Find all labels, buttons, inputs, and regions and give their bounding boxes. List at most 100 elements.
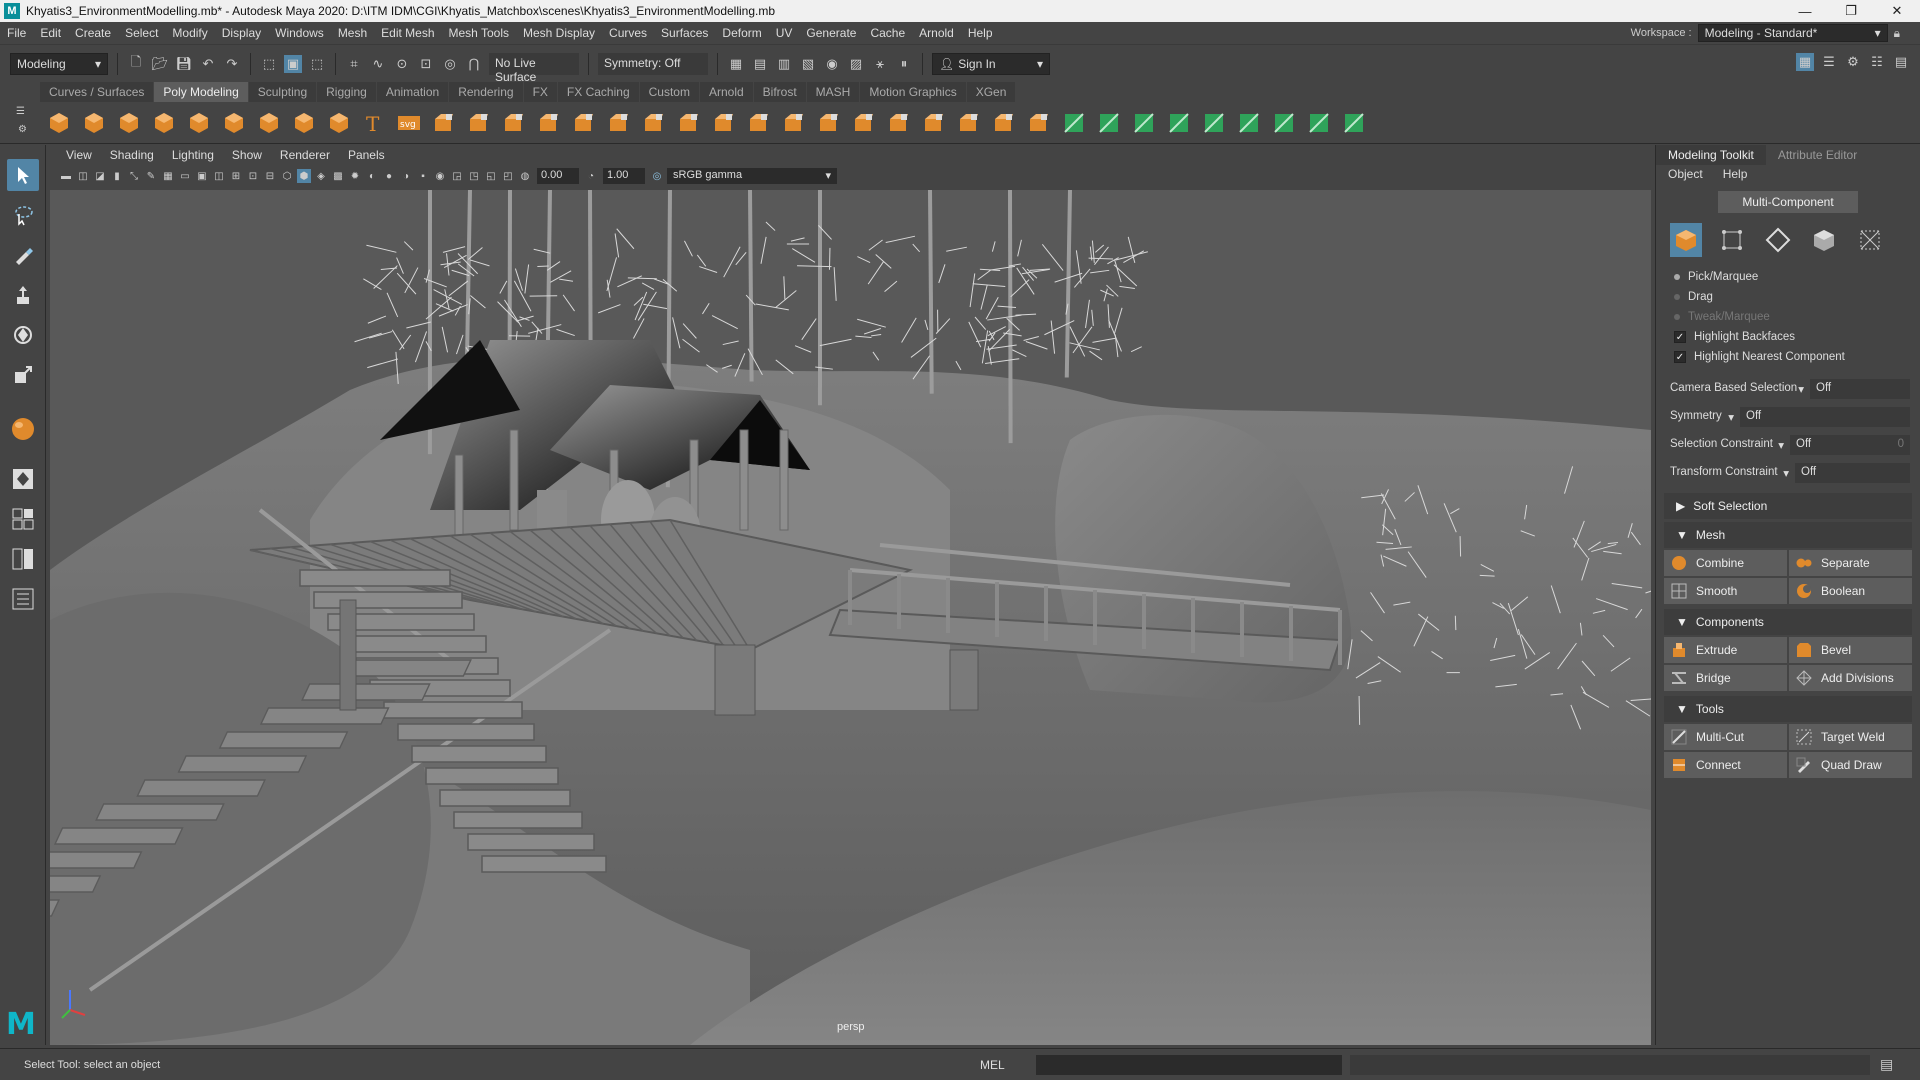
new-scene-icon[interactable]: 🗋︎ <box>127 54 145 73</box>
menu-windows[interactable]: Windows <box>268 26 331 40</box>
highlight-nearest-checkbox[interactable]: ✓ <box>1674 351 1686 363</box>
tool-settings-toggle-icon[interactable]: ⚙︎ <box>1844 53 1862 71</box>
menu-modify[interactable]: Modify <box>165 26 214 40</box>
menu-file[interactable]: File <box>0 26 33 40</box>
menu-surfaces[interactable]: Surfaces <box>654 26 715 40</box>
menu-display[interactable]: Display <box>215 26 268 40</box>
snap-view-icon[interactable]: ⊡ <box>417 55 435 73</box>
soft-selection-header[interactable]: ▶ Soft Selection <box>1664 493 1912 519</box>
torus-icon[interactable] <box>184 108 213 137</box>
drag-option[interactable]: Drag <box>1656 287 1920 307</box>
face-mode-icon[interactable] <box>1808 223 1840 257</box>
layout-icon[interactable] <box>1234 108 1263 137</box>
anti-aliasing-icon[interactable]: ▪ <box>416 169 430 183</box>
sphere-icon[interactable] <box>44 108 73 137</box>
menu-select[interactable]: Select <box>118 26 165 40</box>
workspace-dropdown[interactable]: Modeling - Standard* ▾ <box>1697 24 1888 42</box>
persp-outliner-layout-icon[interactable] <box>7 543 39 575</box>
grid-icon[interactable]: ▦ <box>161 169 175 183</box>
image-plane-icon[interactable]: ▮ <box>110 169 124 183</box>
tools-section-header[interactable]: ▼ Tools <box>1664 696 1912 722</box>
highlight-backfaces-option[interactable]: ✓ Highlight Backfaces <box>1656 327 1920 347</box>
cone-icon[interactable] <box>149 108 178 137</box>
xray-joints-icon[interactable]: ◱ <box>484 169 498 183</box>
retopo-icon[interactable] <box>884 108 913 137</box>
menu-edit-mesh[interactable]: Edit Mesh <box>374 26 441 40</box>
select-hierarchy-icon[interactable]: ⬚ <box>260 55 278 73</box>
menu-generate[interactable]: Generate <box>799 26 863 40</box>
move-tool-icon[interactable] <box>7 279 39 311</box>
last-tool-sphere-icon[interactable] <box>7 413 39 445</box>
script-language-toggle[interactable]: MEL <box>980 1058 1036 1072</box>
script-editor-icon[interactable]: ▤ <box>1880 1056 1893 1073</box>
film-gate-icon[interactable]: ▭ <box>178 169 192 183</box>
3d-viewport[interactable]: persp <box>50 190 1651 1045</box>
combine-button[interactable]: Combine <box>1664 550 1787 576</box>
symmetry-field[interactable]: Symmetry: Off <box>598 52 708 75</box>
auto-uv-icon[interactable] <box>1129 108 1158 137</box>
restore-button[interactable]: ❐ <box>1828 0 1874 22</box>
edge-mode-icon[interactable] <box>1762 223 1794 257</box>
highlight-nearest-option[interactable]: ✓ Highlight Nearest Component <box>1656 347 1920 367</box>
connect-icon[interactable] <box>1059 108 1088 137</box>
target-weld-button[interactable]: Target Weld <box>1789 724 1912 750</box>
menu-mesh-display[interactable]: Mesh Display <box>516 26 602 40</box>
mirror-icon[interactable] <box>779 108 808 137</box>
shelf-tab-fx[interactable]: FX <box>523 82 557 102</box>
cylinder-icon[interactable] <box>114 108 143 137</box>
pick-marquee-option[interactable]: Pick/Marquee <box>1656 267 1920 287</box>
panel-menu-shading[interactable]: Shading <box>101 148 163 162</box>
bevel-button[interactable]: Bevel <box>1789 637 1912 663</box>
scale-tool-icon[interactable] <box>7 359 39 391</box>
select-object-icon[interactable]: ▣ <box>284 54 302 73</box>
quad-draw-button[interactable]: Quad Draw <box>1789 752 1912 778</box>
command-line-input[interactable] <box>1036 1054 1342 1075</box>
shelf-tab-xgen[interactable]: XGen <box>966 82 1016 102</box>
svg-icon[interactable]: svg <box>394 108 423 137</box>
fill-hole-icon[interactable] <box>604 108 633 137</box>
separate-icon[interactable] <box>674 108 703 137</box>
textured-icon[interactable]: ▩ <box>331 169 345 183</box>
camera-based-selection-dropdown[interactable]: Camera Based Selection ▾ <box>1670 382 1810 396</box>
render-settings-icon[interactable]: ▧ <box>799 55 817 73</box>
bookmark-icon[interactable]: ◪ <box>93 169 107 183</box>
paint-select-tool-icon[interactable] <box>7 239 39 271</box>
resolution-gate-icon[interactable]: ▣ <box>195 169 209 183</box>
target-weld-icon[interactable] <box>989 108 1018 137</box>
hypershade-icon[interactable]: ◉ <box>823 55 841 73</box>
gate-mask-icon[interactable]: ◫ <box>212 169 226 183</box>
gamma-field[interactable]: 1.00 <box>603 168 645 184</box>
wireframe-icon[interactable]: ⬡ <box>280 169 294 183</box>
open-scene-icon[interactable]: 📂︎ <box>151 55 169 73</box>
lasso-tool-icon[interactable] <box>7 199 39 231</box>
menuset-dropdown[interactable]: Modeling ▾ <box>10 52 108 75</box>
snap-point-icon[interactable]: ⊙ <box>393 55 411 73</box>
menu-deform[interactable]: Deform <box>715 26 768 40</box>
extrude-icon[interactable] <box>499 108 528 137</box>
exposure-field[interactable]: 0.00 <box>537 168 579 184</box>
shadows-icon[interactable]: ◐ <box>365 169 379 183</box>
connect-button[interactable]: Connect <box>1664 752 1787 778</box>
sphere-uv-icon[interactable] <box>429 108 458 137</box>
motion-blur-icon[interactable]: ◑ <box>399 169 413 183</box>
ipr-render-icon[interactable]: ▥ <box>775 55 793 73</box>
shelf-tab-custom[interactable]: Custom <box>639 82 699 102</box>
save-scene-icon[interactable]: 💾︎ <box>175 55 193 73</box>
panel-menu-lighting[interactable]: Lighting <box>163 148 223 162</box>
shelf-tab-curves-surfaces[interactable]: Curves / Surfaces <box>40 82 154 102</box>
reduce-icon[interactable] <box>814 108 843 137</box>
boolean-icon[interactable] <box>744 108 773 137</box>
cut-icon[interactable] <box>1339 108 1368 137</box>
shelf-menu-icon[interactable]: ☰ <box>16 106 25 117</box>
smooth-icon[interactable] <box>709 108 738 137</box>
shelf-tab-bifrost[interactable]: Bifrost <box>753 82 806 102</box>
extrude-button[interactable]: Extrude <box>1664 637 1787 663</box>
unfold-icon[interactable] <box>1199 108 1228 137</box>
select-tool-icon[interactable] <box>6 159 39 191</box>
tab-attribute-editor[interactable]: Attribute Editor <box>1766 145 1869 165</box>
isolate-select-icon[interactable]: ◲ <box>450 169 464 183</box>
snap-magnet-icon[interactable]: ⋂ <box>465 55 483 73</box>
outliner-layout-icon[interactable] <box>7 583 39 615</box>
smooth-button[interactable]: Smooth <box>1664 578 1787 604</box>
shelf-tab-rendering[interactable]: Rendering <box>449 82 523 102</box>
